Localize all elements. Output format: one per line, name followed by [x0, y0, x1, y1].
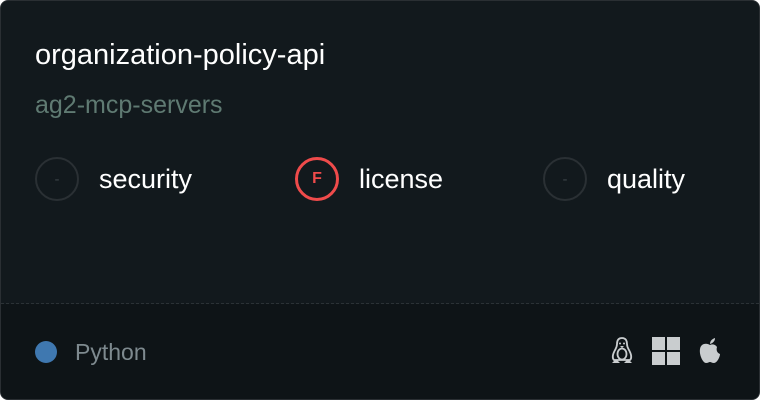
security-label: security	[99, 163, 193, 194]
server-collection[interactable]: ag2-mcp-servers	[35, 87, 223, 123]
score-quality[interactable]: - quality	[543, 155, 685, 203]
linux-icon	[607, 336, 637, 366]
server-card[interactable]: organization-policy-api ag2-mcp-servers …	[0, 0, 760, 400]
quality-grade-badge: -	[543, 157, 587, 201]
license-label: license	[359, 163, 444, 194]
server-name[interactable]: organization-policy-api	[35, 35, 325, 75]
license-grade-badge: F	[295, 157, 339, 201]
platform-list	[593, 336, 725, 366]
language-name: Python	[75, 338, 147, 365]
quality-label: quality	[607, 163, 686, 194]
score-security[interactable]: - security	[35, 155, 192, 203]
card-footer: Python	[1, 304, 759, 399]
score-license[interactable]: F license	[295, 155, 443, 203]
security-grade-badge: -	[35, 157, 79, 201]
language-color-dot	[35, 341, 57, 363]
windows-icon	[651, 336, 681, 366]
apple-icon	[695, 336, 725, 366]
language-indicator: Python	[35, 338, 147, 366]
